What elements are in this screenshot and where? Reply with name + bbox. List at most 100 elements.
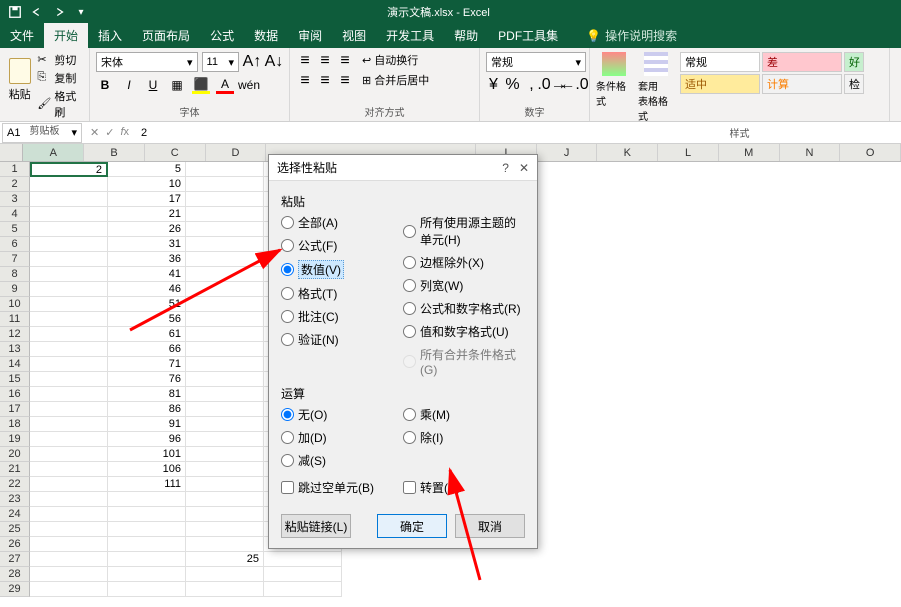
align-center[interactable]: ≡ bbox=[316, 72, 334, 90]
row-header[interactable]: 28 bbox=[0, 567, 30, 582]
row-header[interactable]: 18 bbox=[0, 417, 30, 432]
number-format-select[interactable]: 常规▾ bbox=[486, 52, 586, 72]
cut-button[interactable]: ✂剪切 bbox=[37, 52, 83, 68]
tab-pdf[interactable]: PDF工具集 bbox=[488, 23, 568, 48]
opt-value-num[interactable]: 值和数字格式(U) bbox=[403, 323, 525, 340]
row-header[interactable]: 11 bbox=[0, 312, 30, 327]
cell-A17[interactable] bbox=[30, 402, 108, 417]
opt-comments[interactable]: 批注(C) bbox=[281, 308, 403, 325]
tab-review[interactable]: 审阅 bbox=[288, 23, 332, 48]
opt-add[interactable]: 加(D) bbox=[281, 429, 403, 446]
align-right[interactable]: ≡ bbox=[336, 72, 354, 90]
cell-B4[interactable]: 21 bbox=[108, 207, 186, 222]
cell-B16[interactable]: 81 bbox=[108, 387, 186, 402]
cell-C18[interactable] bbox=[186, 417, 264, 432]
ok-button[interactable]: 确定 bbox=[377, 514, 447, 538]
col-header-K[interactable]: K bbox=[597, 144, 658, 161]
opt-all-cond[interactable]: 所有合并条件格式(G) bbox=[403, 346, 525, 377]
font-color-button[interactable]: A bbox=[216, 76, 234, 94]
cell-A27[interactable] bbox=[30, 552, 108, 567]
col-header-J[interactable]: J bbox=[537, 144, 598, 161]
cell-B17[interactable]: 86 bbox=[108, 402, 186, 417]
cell-A24[interactable] bbox=[30, 507, 108, 522]
decrease-decimal-button[interactable]: ←.0 bbox=[565, 76, 583, 94]
paste-button[interactable]: 粘贴 bbox=[6, 52, 33, 102]
row-header[interactable]: 9 bbox=[0, 282, 30, 297]
format-painter-button[interactable]: 🖌格式刷 bbox=[37, 88, 83, 120]
cell-B8[interactable]: 41 bbox=[108, 267, 186, 282]
cell-C4[interactable] bbox=[186, 207, 264, 222]
style-calc[interactable]: 计算 bbox=[762, 74, 842, 94]
cell-A18[interactable] bbox=[30, 417, 108, 432]
tab-data[interactable]: 数据 bbox=[244, 23, 288, 48]
row-header[interactable]: 19 bbox=[0, 432, 30, 447]
chk-skip-blank[interactable]: 跳过空单元(B) bbox=[281, 479, 403, 496]
cell-C8[interactable] bbox=[186, 267, 264, 282]
cancel-button[interactable]: 取消 bbox=[455, 514, 525, 538]
tab-developer[interactable]: 开发工具 bbox=[376, 23, 444, 48]
cell-C2[interactable] bbox=[186, 177, 264, 192]
col-header-L[interactable]: L bbox=[658, 144, 719, 161]
cell-C6[interactable] bbox=[186, 237, 264, 252]
increase-decimal-button[interactable]: .0→ bbox=[543, 76, 561, 94]
row-header[interactable]: 14 bbox=[0, 357, 30, 372]
opt-no-border[interactable]: 边框除外(X) bbox=[403, 254, 525, 271]
cell-A15[interactable] bbox=[30, 372, 108, 387]
row-header[interactable]: 4 bbox=[0, 207, 30, 222]
row-header[interactable]: 16 bbox=[0, 387, 30, 402]
row-header[interactable]: 23 bbox=[0, 492, 30, 507]
cell-C9[interactable] bbox=[186, 282, 264, 297]
col-header-A[interactable]: A bbox=[23, 144, 84, 161]
cell-A23[interactable] bbox=[30, 492, 108, 507]
row-header[interactable]: 3 bbox=[0, 192, 30, 207]
opt-validation[interactable]: 验证(N) bbox=[281, 331, 403, 348]
cell-B21[interactable]: 106 bbox=[108, 462, 186, 477]
align-left[interactable]: ≡ bbox=[296, 72, 314, 90]
row-header[interactable]: 27 bbox=[0, 552, 30, 567]
cell-B18[interactable]: 91 bbox=[108, 417, 186, 432]
copy-button[interactable]: ⎘复制 bbox=[37, 70, 83, 86]
qat-more-icon[interactable]: ▾ bbox=[74, 5, 88, 19]
col-header-D[interactable]: D bbox=[206, 144, 267, 161]
cell-C15[interactable] bbox=[186, 372, 264, 387]
cell-B1[interactable]: 5 bbox=[108, 162, 186, 177]
cell-B13[interactable]: 66 bbox=[108, 342, 186, 357]
cell-A5[interactable] bbox=[30, 222, 108, 237]
cell-C14[interactable] bbox=[186, 357, 264, 372]
cell-C3[interactable] bbox=[186, 192, 264, 207]
row-header[interactable]: 10 bbox=[0, 297, 30, 312]
cell-A13[interactable] bbox=[30, 342, 108, 357]
cell-B27[interactable] bbox=[108, 552, 186, 567]
cell-C13[interactable] bbox=[186, 342, 264, 357]
row-header[interactable]: 12 bbox=[0, 327, 30, 342]
cell-B5[interactable]: 26 bbox=[108, 222, 186, 237]
cell-C23[interactable] bbox=[186, 492, 264, 507]
tab-view[interactable]: 视图 bbox=[332, 23, 376, 48]
cell-B29[interactable] bbox=[108, 582, 186, 597]
opt-formats[interactable]: 格式(T) bbox=[281, 285, 403, 302]
chk-transpose[interactable]: 转置(E) bbox=[403, 479, 525, 496]
cell-A3[interactable] bbox=[30, 192, 108, 207]
cell-A8[interactable] bbox=[30, 267, 108, 282]
row-header[interactable]: 26 bbox=[0, 537, 30, 552]
cell-B26[interactable] bbox=[108, 537, 186, 552]
opt-div[interactable]: 除(I) bbox=[403, 429, 525, 446]
tab-insert[interactable]: 插入 bbox=[88, 23, 132, 48]
font-size-select[interactable]: 11▾ bbox=[202, 52, 239, 72]
paste-link-button[interactable]: 粘贴链接(L) bbox=[281, 514, 351, 538]
cell-B22[interactable]: 111 bbox=[108, 477, 186, 492]
row-header[interactable]: 13 bbox=[0, 342, 30, 357]
col-header-O[interactable]: O bbox=[840, 144, 901, 161]
currency-button[interactable]: ¥ bbox=[486, 76, 501, 94]
cell-C25[interactable] bbox=[186, 522, 264, 537]
opt-all[interactable]: 全部(A) bbox=[281, 214, 403, 231]
cell-B11[interactable]: 56 bbox=[108, 312, 186, 327]
style-mid[interactable]: 适中 bbox=[680, 74, 760, 94]
cell-C20[interactable] bbox=[186, 447, 264, 462]
tab-layout[interactable]: 页面布局 bbox=[132, 23, 200, 48]
row-header[interactable]: 7 bbox=[0, 252, 30, 267]
italic-button[interactable]: I bbox=[120, 76, 138, 94]
cell-C10[interactable] bbox=[186, 297, 264, 312]
name-box[interactable]: A1▾ bbox=[2, 123, 82, 143]
select-all-corner[interactable] bbox=[0, 144, 23, 161]
